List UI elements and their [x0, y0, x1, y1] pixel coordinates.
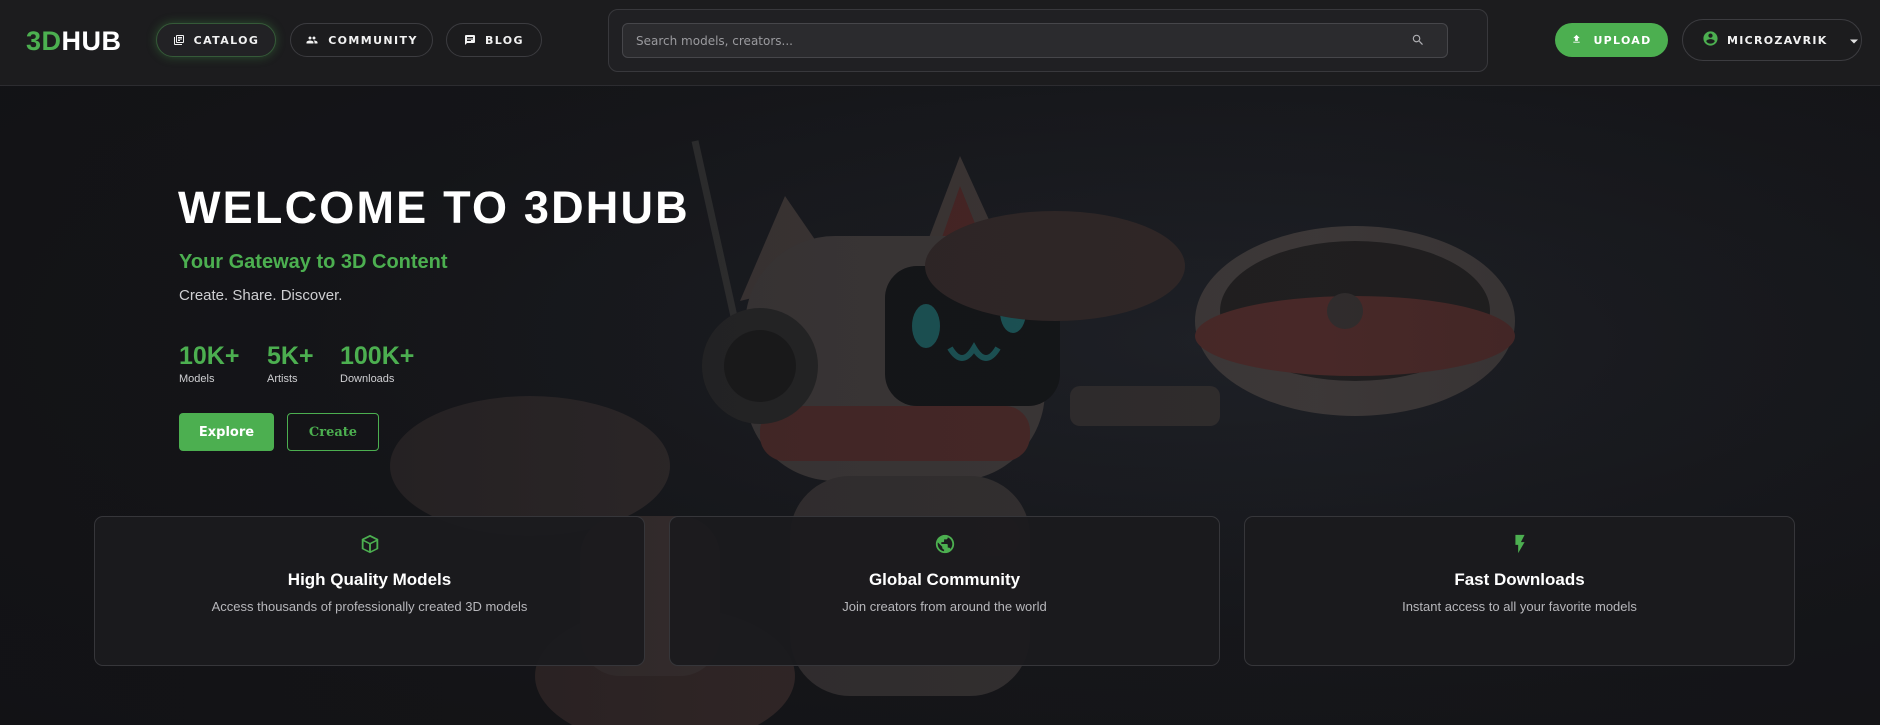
- search-input[interactable]: [623, 24, 1403, 57]
- stat-downloads: 100K+ Downloads: [340, 342, 414, 385]
- hero-title: WELCOME TO 3DHUB: [178, 182, 690, 233]
- feature-title: High Quality Models: [287, 570, 452, 589]
- stat-value: 10K+: [179, 342, 240, 370]
- explore-button[interactable]: Explore: [179, 413, 274, 451]
- feature-card-downloads: Fast Downloads Instant access to all you…: [1244, 516, 1795, 666]
- account-circle-icon: [1702, 30, 1719, 50]
- stat-value: 100K+: [340, 342, 415, 370]
- cube-icon: [95, 533, 644, 555]
- lightning-icon: [1245, 533, 1794, 555]
- hero-section: WELCOME TO 3DHUB Your Gateway to 3D Cont…: [0, 86, 1880, 725]
- top-navbar: 3DHUB CATALOG COMMUNITY BLOG UPLOAD: [0, 0, 1880, 86]
- stat-models: 10K+ Models: [179, 342, 239, 385]
- nav-blog-label: BLOG: [485, 33, 524, 47]
- search-box: [622, 23, 1448, 58]
- user-menu-button[interactable]: MICROZAVRIK: [1682, 19, 1862, 61]
- feature-title: Global Community: [868, 570, 1021, 589]
- catalog-icon: [173, 34, 185, 46]
- stat-value: 5K+: [267, 342, 314, 370]
- stat-label: Artists: [267, 373, 298, 385]
- nav-blog-button[interactable]: BLOG: [446, 23, 542, 57]
- stat-artists: 5K+ Artists: [267, 342, 314, 385]
- create-button[interactable]: Create: [287, 413, 379, 451]
- logo-text-hub: HUB: [61, 26, 122, 56]
- comment-icon: [464, 34, 476, 46]
- globe-icon: [670, 533, 1219, 555]
- search-container: [608, 9, 1488, 72]
- hero-subtitle: Your Gateway to 3D Content: [179, 251, 448, 273]
- feature-description: Instant access to all your favorite mode…: [1402, 599, 1637, 614]
- upload-button[interactable]: UPLOAD: [1555, 23, 1668, 57]
- username-label: MICROZAVRIK: [1727, 33, 1828, 47]
- nav-community-button[interactable]: COMMUNITY: [290, 23, 433, 57]
- stat-label: Downloads: [340, 373, 395, 385]
- stat-label: Models: [179, 373, 215, 385]
- nav-catalog-button[interactable]: CATALOG: [156, 23, 276, 57]
- feature-description: Join creators from around the world: [842, 599, 1047, 614]
- site-logo[interactable]: 3DHUB: [26, 26, 122, 56]
- hero-tagline: Create. Share. Discover.: [179, 287, 343, 304]
- feature-title: Fast Downloads: [1454, 570, 1585, 589]
- chevron-down-icon: [1849, 34, 1858, 47]
- people-icon: [305, 34, 319, 46]
- feature-description: Access thousands of professionally creat…: [211, 599, 528, 614]
- logo-text-3d: 3D: [26, 26, 62, 56]
- feature-card-community: Global Community Join creators from arou…: [669, 516, 1220, 666]
- upload-icon: [1571, 33, 1582, 48]
- nav-catalog-label: CATALOG: [193, 33, 260, 47]
- feature-card-quality: High Quality Models Access thousands of …: [94, 516, 645, 666]
- upload-label: UPLOAD: [1593, 33, 1652, 47]
- nav-community-label: COMMUNITY: [328, 33, 418, 47]
- search-icon[interactable]: [1411, 33, 1425, 52]
